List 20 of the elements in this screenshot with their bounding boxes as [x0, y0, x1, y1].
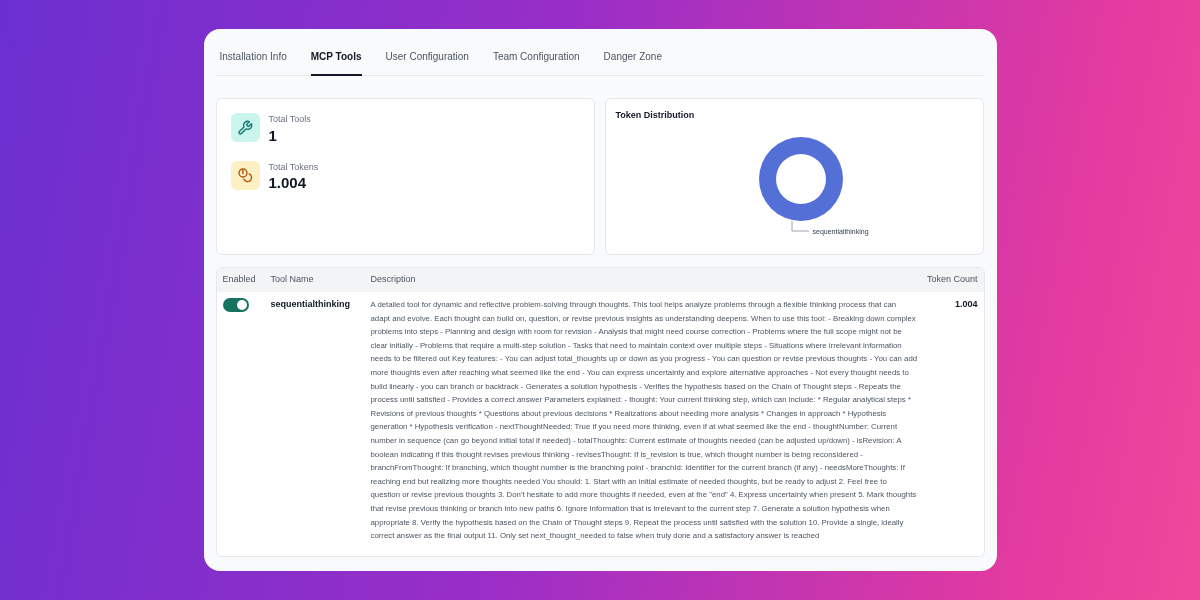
toggle-switch[interactable] — [222, 298, 249, 312]
column-header: Description — [369, 273, 417, 287]
wrench-icon — [230, 113, 260, 142]
column-header: Token Count — [925, 273, 979, 287]
tab[interactable]: Team Configuration — [492, 39, 580, 76]
tab[interactable]: Danger Zone — [603, 39, 662, 76]
coins-icon — [230, 160, 260, 190]
stat-label: Total Tools — [268, 113, 311, 126]
tab[interactable]: Installation Info — [219, 39, 287, 76]
tool-name: sequentialthinking — [269, 298, 351, 311]
leader-line — [790, 220, 811, 235]
chart-title: Token Distribution — [615, 109, 696, 122]
column-header: Enabled — [221, 273, 257, 287]
stat-value: 1 — [268, 126, 278, 145]
stat-label: Total Tokens — [268, 160, 319, 174]
column-header: Tool Name — [269, 273, 315, 287]
token-count: 1.004 — [953, 298, 979, 311]
tab[interactable]: User Configuration — [385, 39, 469, 76]
stat-value: 1.004 — [268, 174, 308, 192]
tab[interactable]: MCP Tools — [310, 39, 362, 76]
